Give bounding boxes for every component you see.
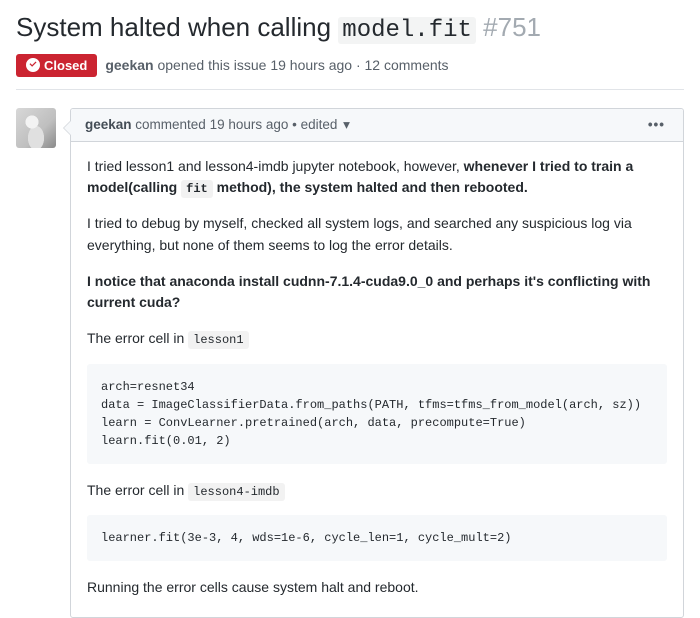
comment-body: I tried lesson1 and lesson4-imdb jupyter…	[71, 142, 683, 617]
timeline: geekan commented 19 hours ago • edited ▾…	[16, 108, 684, 618]
paragraph: I tried to debug by myself, checked all …	[87, 213, 667, 256]
closed-icon	[26, 58, 40, 72]
issue-meta-text: geekan opened this issue 19 hours ago · …	[105, 57, 448, 73]
inline-code: fit	[181, 180, 213, 198]
avatar[interactable]	[16, 108, 56, 148]
issue-opened-text: opened this issue 19 hours ago · 12 comm…	[154, 57, 449, 73]
chevron-down-icon[interactable]: ▾	[343, 117, 350, 132]
issue-title: System halted when calling model.fit #75…	[16, 12, 684, 46]
code-block: learner.fit(3e-3, 4, wds=1e-6, cycle_len…	[87, 515, 667, 561]
issue-author-link[interactable]: geekan	[105, 57, 153, 73]
issue-title-code: model.fit	[338, 17, 476, 44]
paragraph: I notice that anaconda install cudnn-7.1…	[87, 271, 667, 314]
paragraph: Running the error cells cause system hal…	[87, 577, 667, 599]
inline-code: lesson4-imdb	[188, 483, 284, 501]
issue-header: System halted when calling model.fit #75…	[16, 12, 684, 90]
comment-box: geekan commented 19 hours ago • edited ▾…	[70, 108, 684, 618]
paragraph: I tried lesson1 and lesson4-imdb jupyter…	[87, 156, 667, 199]
issue-meta-row: Closed geekan opened this issue 19 hours…	[16, 54, 684, 90]
inline-code: lesson1	[188, 331, 248, 349]
state-badge-label: Closed	[44, 58, 87, 73]
state-badge-closed: Closed	[16, 54, 97, 77]
issue-number: #751	[483, 12, 541, 42]
issue-title-text: System halted when calling	[16, 12, 338, 42]
code-block: arch=resnet34 data = ImageClassifierData…	[87, 364, 667, 464]
comment-header-text: commented 19 hours ago • edited	[132, 117, 342, 132]
comment-author-link[interactable]: geekan	[85, 117, 132, 132]
code-label: The error cell in lesson1	[87, 328, 667, 350]
comment-header: geekan commented 19 hours ago • edited ▾…	[71, 109, 683, 142]
comment-actions-menu[interactable]: •••	[644, 117, 669, 132]
code-label: The error cell in lesson4-imdb	[87, 480, 667, 502]
